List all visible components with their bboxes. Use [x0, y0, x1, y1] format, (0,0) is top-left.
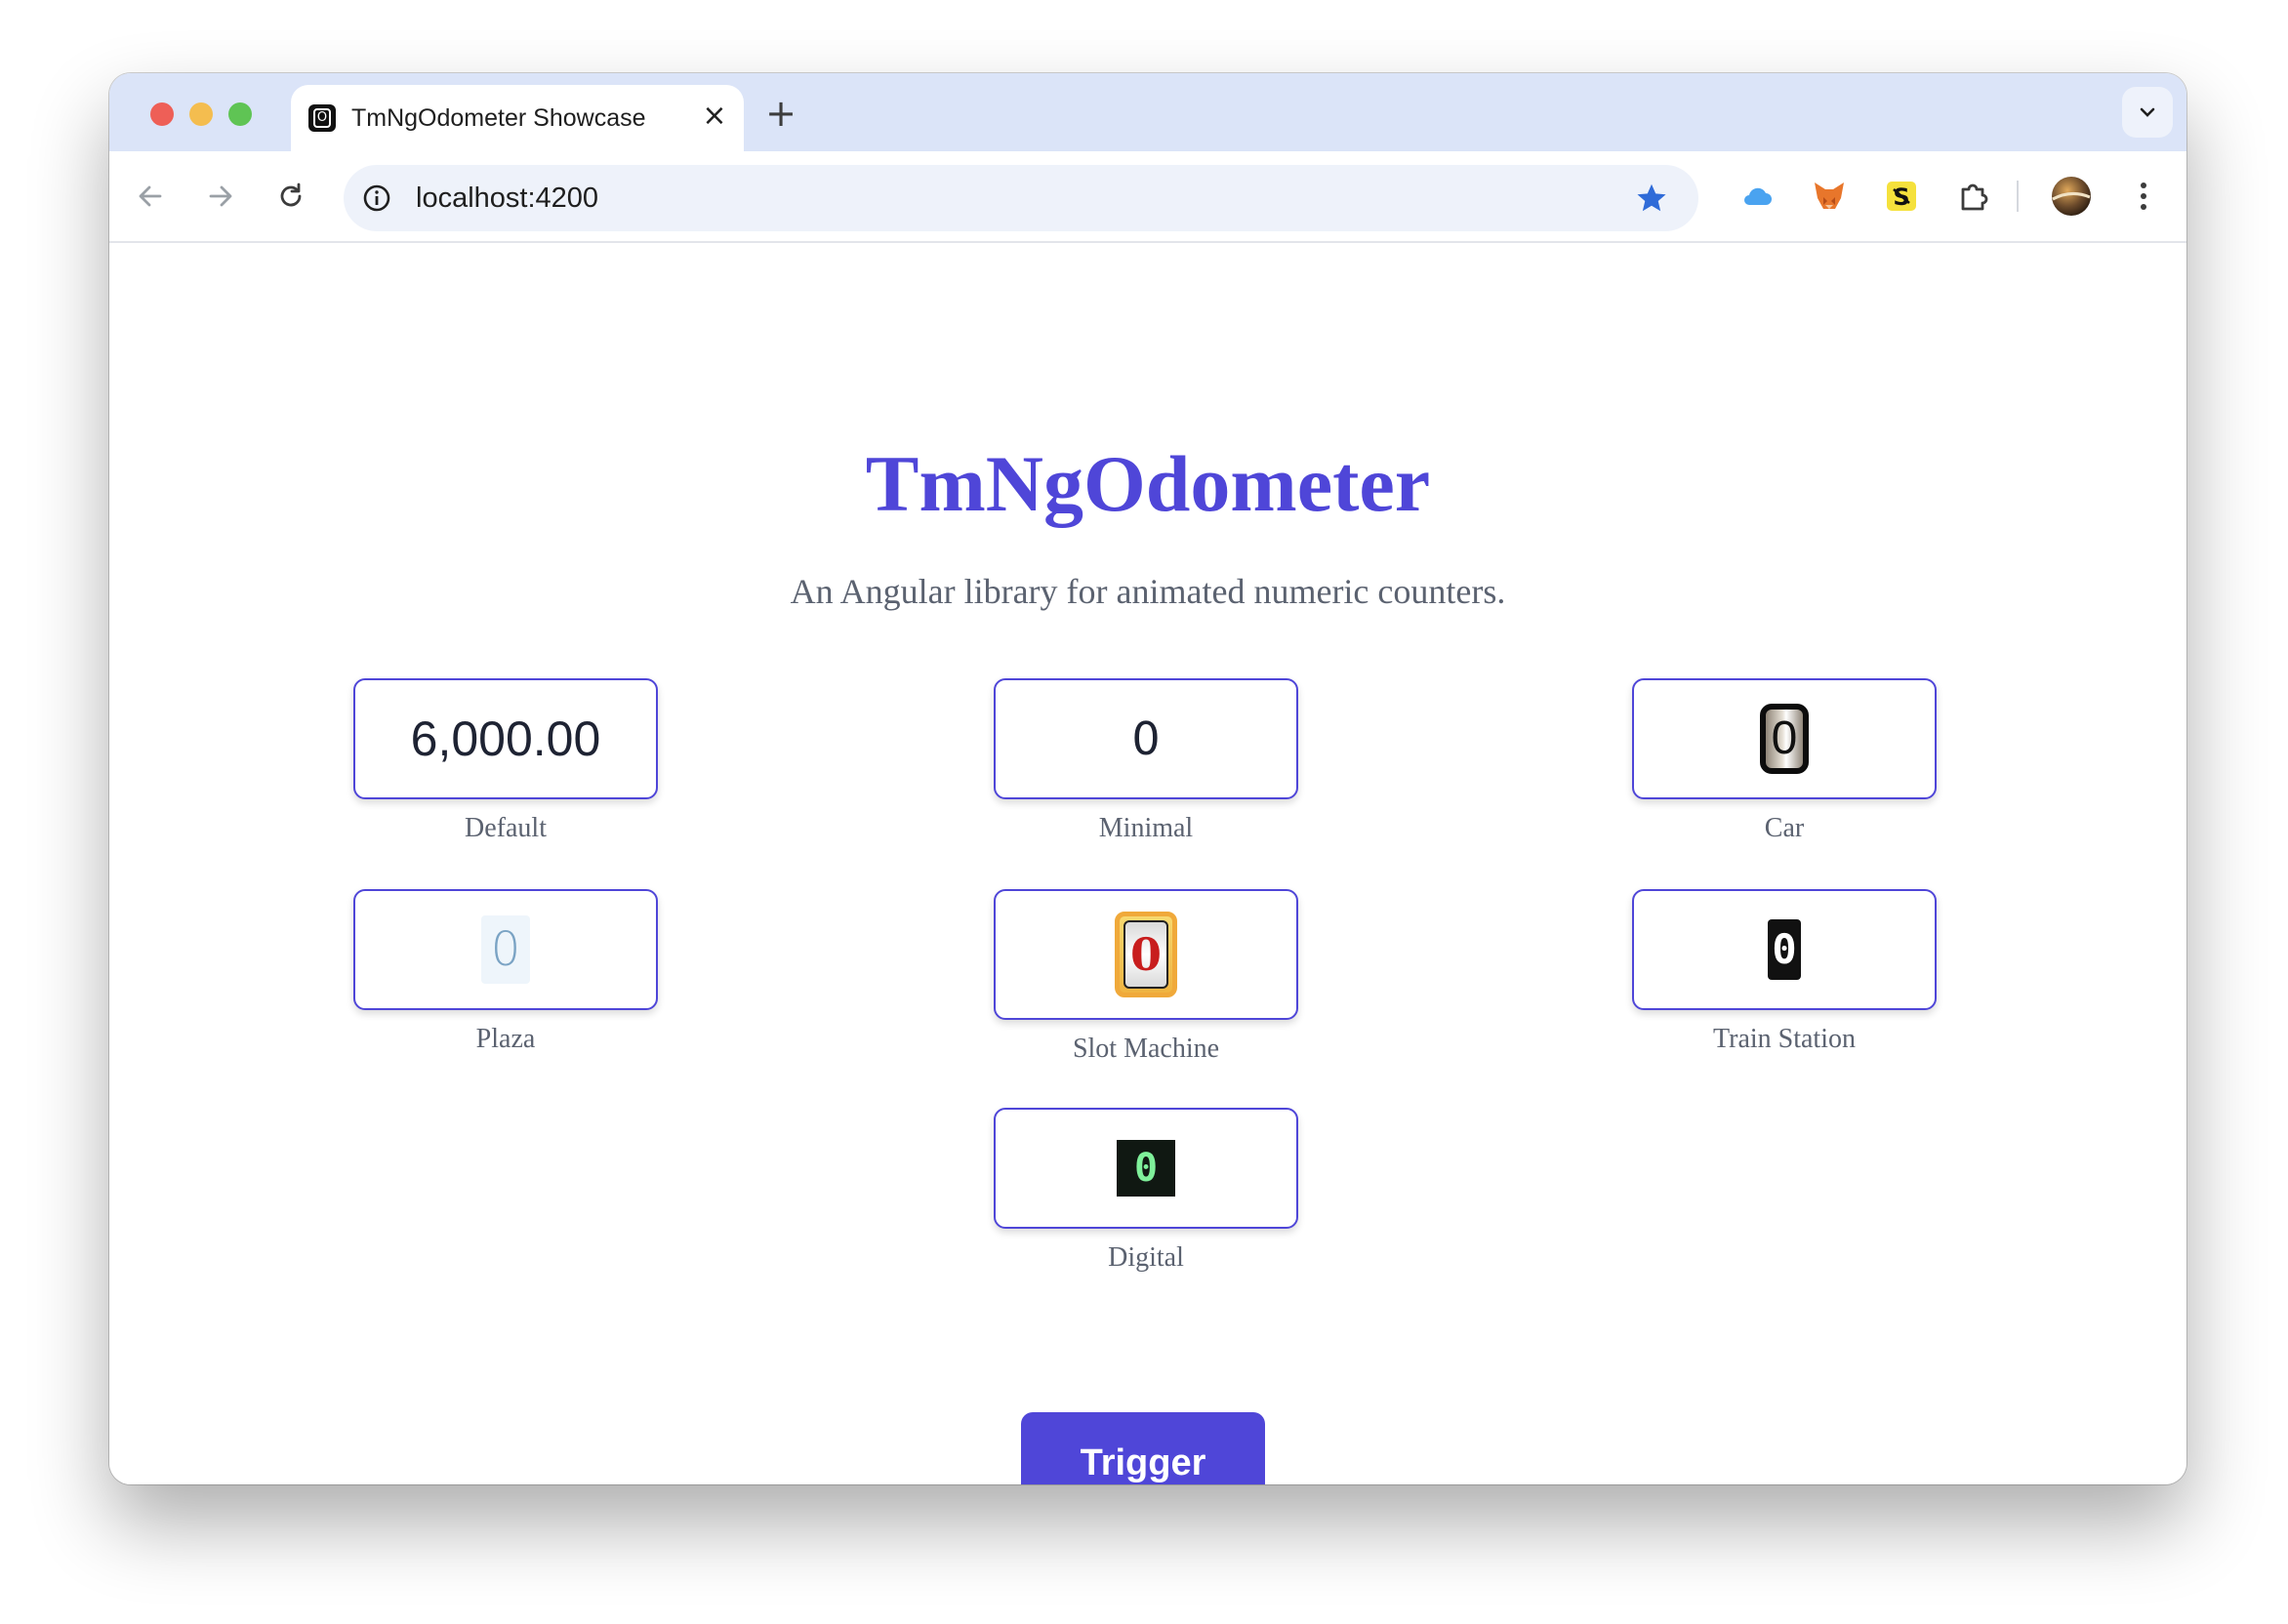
browser-window: O TmNgOdometer Showcase × + localhost:42…: [109, 73, 2186, 1484]
tab-close-icon[interactable]: ×: [699, 101, 730, 132]
browser-toolbar: localhost:4200 S: [109, 151, 2186, 243]
chevron-down-icon: [2140, 107, 2155, 117]
odometer-car-label: Car: [1764, 813, 1805, 843]
slot-reel: 0: [1115, 912, 1177, 997]
odometer-slot-machine-value: 0: [1124, 920, 1168, 989]
odometer-default-label: Default: [465, 813, 547, 843]
new-tab-icon[interactable]: +: [763, 95, 798, 132]
close-window-button[interactable]: [150, 102, 174, 126]
fox-icon[interactable]: [1808, 175, 1851, 218]
puzzle-icon[interactable]: [1952, 175, 1995, 218]
address-bar[interactable]: localhost:4200: [344, 165, 1698, 231]
odometer-digital: 0: [994, 1108, 1298, 1229]
tab-title: TmNgOdometer Showcase: [351, 104, 646, 132]
favicon-icon: O: [308, 104, 336, 132]
odometer-train-station: 0: [1632, 889, 1937, 1010]
zoom-window-button[interactable]: [228, 102, 252, 126]
odometer-minimal-label: Minimal: [1098, 813, 1194, 843]
odometer-train-station-value: 0: [1768, 919, 1801, 980]
url-text[interactable]: localhost:4200: [416, 183, 598, 215]
odometer-car-value: 0: [1760, 704, 1809, 774]
odometer-car: 0: [1632, 678, 1937, 799]
odometer-train-station-label: Train Station: [1713, 1024, 1856, 1054]
trigger-button[interactable]: Trigger: [1021, 1412, 1265, 1484]
minimize-window-button[interactable]: [189, 102, 213, 126]
odometer-slot-machine: 0: [994, 889, 1298, 1020]
cloud-icon[interactable]: [1736, 175, 1778, 218]
odometer-plaza: 0: [353, 889, 658, 1010]
tab-strip: O TmNgOdometer Showcase × +: [109, 73, 2186, 151]
arrow-left-icon: [139, 185, 162, 207]
s-badge-icon[interactable]: S: [1880, 175, 1923, 218]
reload-button[interactable]: [271, 177, 310, 216]
odometer-slot-machine-label: Slot Machine: [1072, 1034, 1220, 1064]
kebab-menu-icon[interactable]: [2122, 175, 2165, 218]
odometer-plaza-value: 0: [481, 915, 530, 984]
tab-search-button[interactable]: [2122, 87, 2173, 138]
odometer-minimal-value: 0: [1131, 712, 1161, 765]
toolbar-separator: [2017, 181, 2019, 212]
arrow-right-icon: [209, 185, 232, 207]
odometer-digital-label: Digital: [1108, 1242, 1184, 1273]
odometer-default: 6,000.00: [353, 678, 658, 799]
forward-button[interactable]: [201, 177, 240, 216]
avatar[interactable]: [2050, 175, 2093, 218]
tab-active[interactable]: O TmNgOdometer Showcase ×: [291, 85, 744, 151]
page-content: TmNgOdometer An Angular library for anim…: [109, 243, 2186, 1484]
page-title: TmNgOdometer: [865, 439, 1431, 528]
reload-icon: [280, 183, 302, 207]
odometer-minimal: 0: [994, 678, 1298, 799]
back-button[interactable]: [131, 177, 170, 216]
odometer-plaza-label: Plaza: [475, 1024, 536, 1054]
bookmark-star-icon[interactable]: [1634, 181, 1669, 216]
site-info-icon[interactable]: [361, 183, 392, 214]
page-subtitle: An Angular library for animated numeric …: [790, 572, 1506, 611]
odometer-default-value: 6,000.00: [410, 711, 601, 766]
odometer-digital-value: 0: [1117, 1140, 1175, 1197]
